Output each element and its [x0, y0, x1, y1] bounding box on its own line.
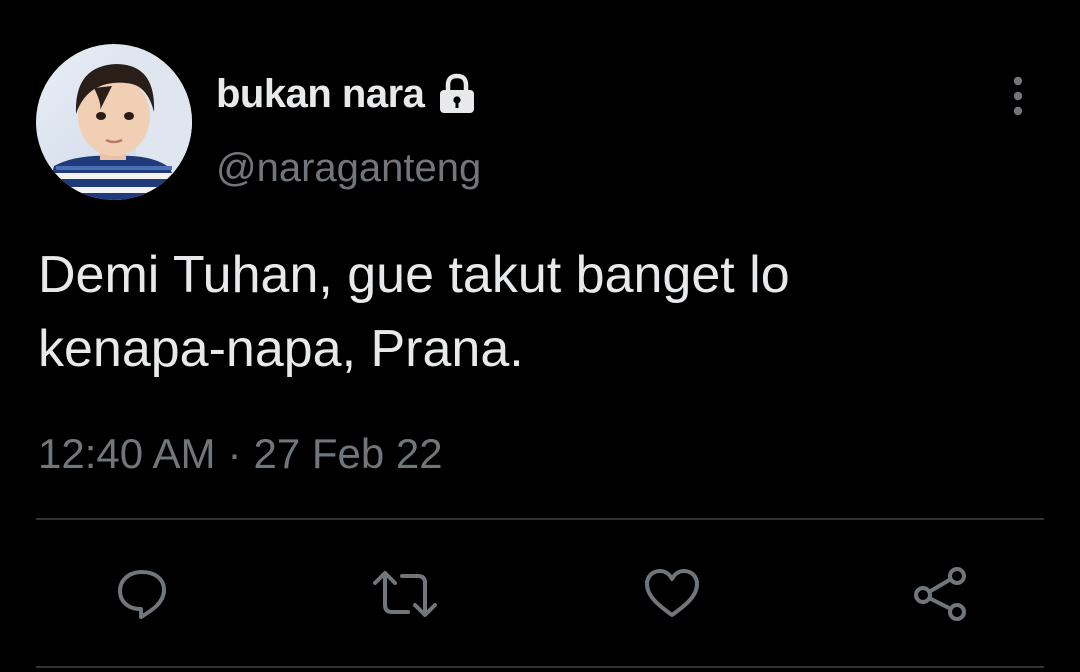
like-button[interactable]	[642, 565, 700, 623]
bottom-divider	[36, 666, 1044, 668]
separator-dot: ·	[227, 430, 242, 477]
tweet-card: bukan nara @naraganteng Demi Tuhan, gue …	[0, 0, 1080, 672]
avatar[interactable]	[36, 44, 192, 200]
tweet-text: Demi Tuhan, gue takut banget lo kenapa-n…	[38, 238, 1038, 386]
tweet-timestamp[interactable]: 12:40 AM · 27 Feb 22	[38, 430, 443, 478]
divider	[36, 518, 1044, 520]
tweet-text-line: Demi Tuhan, gue takut banget lo	[38, 246, 790, 304]
reply-button[interactable]	[113, 565, 171, 623]
tweet-date: 27 Feb 22	[253, 430, 443, 477]
comment-icon	[118, 570, 166, 619]
retweet-button[interactable]	[370, 565, 437, 623]
user-name-row: bukan nara	[216, 66, 480, 122]
more-options-icon[interactable]	[1000, 74, 1036, 118]
share-icon	[914, 567, 966, 621]
heart-icon	[645, 569, 699, 617]
retweet-icon	[373, 571, 437, 617]
share-button[interactable]	[910, 565, 968, 623]
lock-icon	[434, 71, 480, 117]
tweet-time: 12:40 AM	[38, 430, 216, 477]
display-name[interactable]: bukan nara	[216, 72, 425, 117]
avatar-image	[36, 44, 192, 200]
tweet-text-line: kenapa-napa, Prana.	[38, 320, 524, 378]
user-handle[interactable]: @naraganteng	[216, 146, 481, 191]
